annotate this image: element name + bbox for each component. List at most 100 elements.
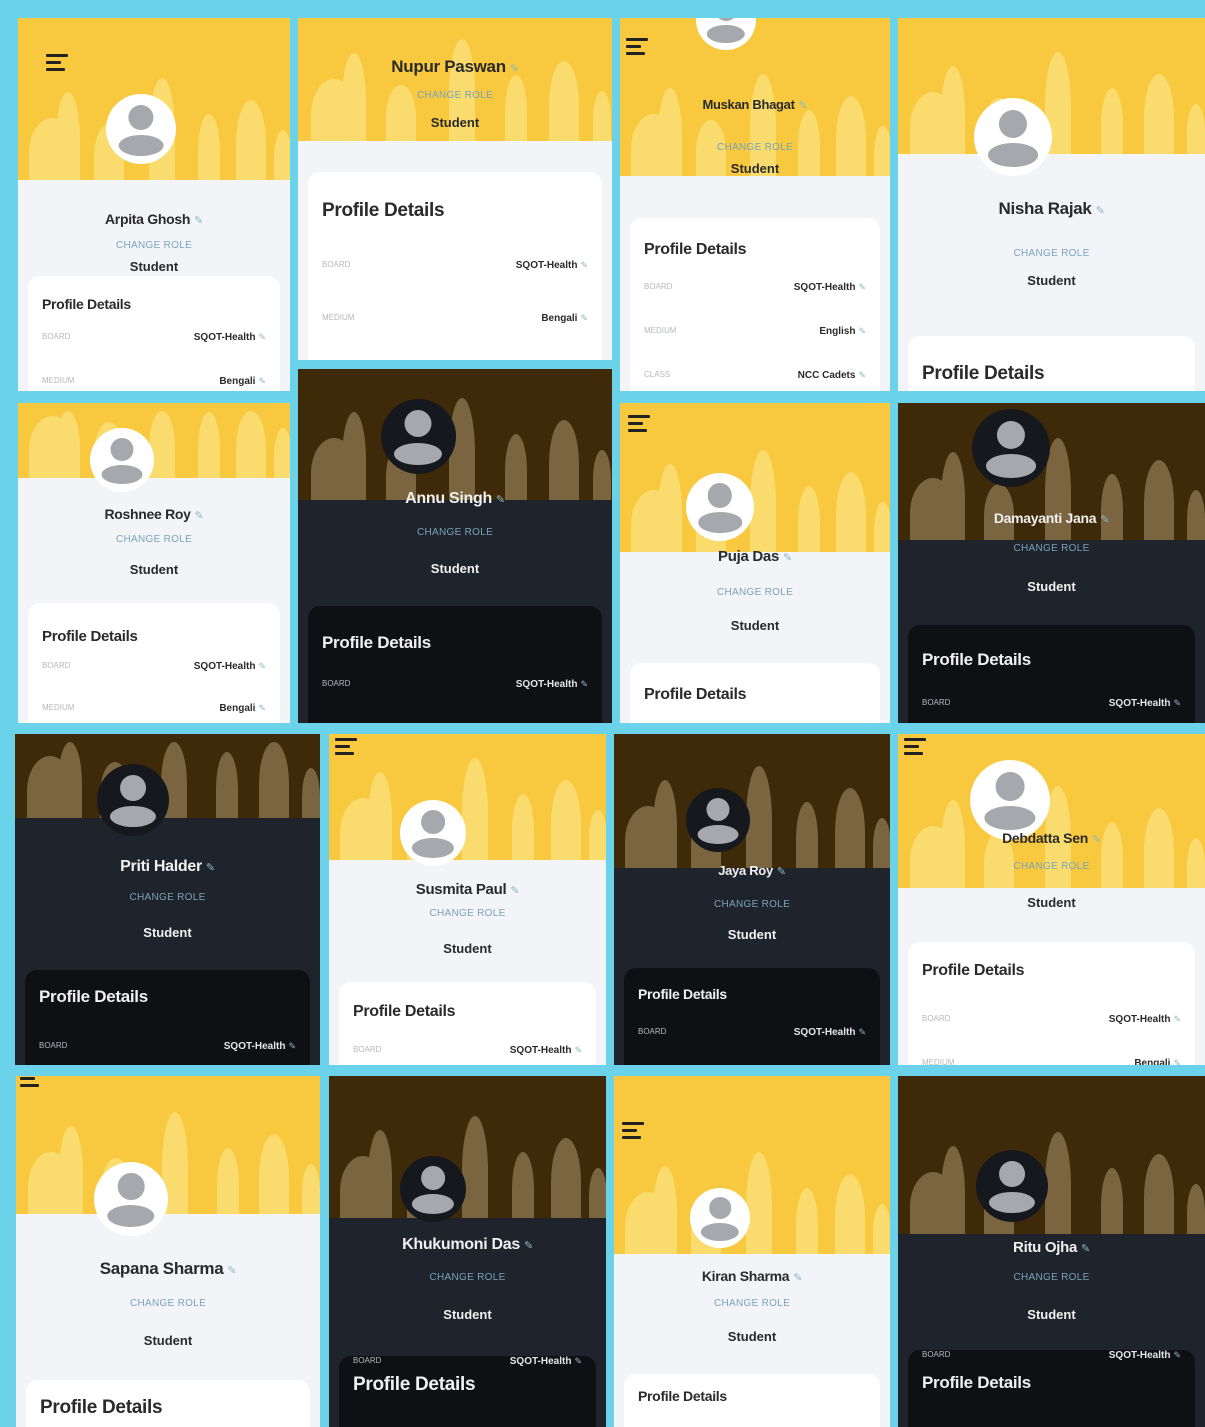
edit-pencil-icon[interactable]: ✎ xyxy=(1100,514,1109,526)
banner-leaf-decoration xyxy=(746,1152,773,1254)
change-role-button[interactable]: CHANGE ROLE xyxy=(614,1298,890,1309)
detail-field-label: MEDIUM xyxy=(42,376,75,385)
edit-pencil-icon[interactable]: ✎ xyxy=(288,1041,296,1051)
role-label: Student xyxy=(1027,273,1076,288)
hamburger-menu-icon[interactable] xyxy=(46,54,68,72)
edit-pencil-icon[interactable]: ✎ xyxy=(258,703,266,713)
profile-details-title: Profile Details xyxy=(922,962,1025,979)
detail-value-text: SQOT-Health xyxy=(1108,1014,1171,1025)
edit-pencil-icon[interactable]: ✎ xyxy=(510,885,519,897)
edit-pencil-icon[interactable]: ✎ xyxy=(1081,1243,1090,1255)
change-role-button[interactable]: CHANGE ROLE xyxy=(329,1272,606,1283)
avatar-head-shape xyxy=(996,420,1026,449)
profile-details-card: Profile Details BOARD SQOT-Health ✎ xyxy=(624,968,880,1065)
edit-pencil-icon[interactable]: ✎ xyxy=(195,510,204,522)
change-role-button[interactable]: CHANGE ROLE xyxy=(298,90,612,101)
banner-leaf-decoration xyxy=(259,1134,290,1214)
banner-leaf-decoration xyxy=(197,114,220,180)
avatar-body-shape xyxy=(986,454,1036,478)
profile-name-text: Muskan Bhagat xyxy=(702,97,795,112)
edit-pencil-icon[interactable]: ✎ xyxy=(1096,205,1105,217)
edit-pencil-icon[interactable]: ✎ xyxy=(858,282,866,292)
hamburger-menu-icon[interactable] xyxy=(628,415,650,433)
edit-pencil-icon[interactable]: ✎ xyxy=(524,1240,533,1252)
banner-leaf-decoration xyxy=(56,92,81,180)
edit-pencil-icon[interactable]: ✎ xyxy=(793,1272,802,1284)
detail-field-value: SQOT-Health ✎ xyxy=(1109,698,1181,709)
edit-pencil-icon[interactable]: ✎ xyxy=(206,862,215,874)
detail-field-value: English ✎ xyxy=(819,326,866,337)
change-role-button[interactable]: CHANGE ROLE xyxy=(298,527,612,538)
avatar-head-shape xyxy=(999,1160,1025,1187)
profile-details-card: Profile Details xyxy=(630,663,880,723)
profile-banner xyxy=(898,1076,1205,1234)
profile-name-text: Priti Halder xyxy=(120,858,202,875)
profile-details-title: Profile Details xyxy=(922,363,1045,384)
banner-leaf-decoration xyxy=(1143,74,1174,154)
change-role-button[interactable]: CHANGE ROLE xyxy=(620,587,890,598)
avatar-icon xyxy=(972,409,1050,487)
detail-value-text: SQOT-Health xyxy=(193,332,256,343)
detail-value-text: Bengali xyxy=(219,376,256,387)
change-role-button[interactable]: CHANGE ROLE xyxy=(614,899,890,910)
change-role-button[interactable]: CHANGE ROLE xyxy=(898,861,1205,872)
edit-pencil-icon[interactable]: ✎ xyxy=(1173,1350,1181,1360)
detail-value-text: Bengali xyxy=(219,703,256,714)
change-role-button[interactable]: CHANGE ROLE xyxy=(898,543,1205,554)
change-role-button[interactable]: CHANGE ROLE xyxy=(16,1298,320,1309)
change-role-button[interactable]: CHANGE ROLE xyxy=(18,240,290,251)
hamburger-menu-icon[interactable] xyxy=(626,38,648,56)
edit-pencil-icon[interactable]: ✎ xyxy=(1173,1058,1181,1065)
edit-pencil-icon[interactable]: ✎ xyxy=(510,63,519,75)
edit-pencil-icon[interactable]: ✎ xyxy=(194,215,203,227)
edit-pencil-icon[interactable]: ✎ xyxy=(858,326,866,336)
edit-pencil-icon[interactable]: ✎ xyxy=(227,1265,236,1277)
profile-name-text: Roshnee Roy xyxy=(104,506,191,522)
change-role-button[interactable]: CHANGE ROLE xyxy=(329,908,606,919)
hamburger-menu-icon[interactable] xyxy=(20,1076,42,1088)
change-role-button[interactable]: CHANGE ROLE xyxy=(898,1272,1205,1283)
change-role-button[interactable]: CHANGE ROLE xyxy=(15,892,320,903)
edit-pencil-icon[interactable]: ✎ xyxy=(783,552,792,564)
profile-name-text: Puja Das xyxy=(718,548,780,565)
avatar-icon xyxy=(686,473,754,541)
edit-pencil-icon[interactable]: ✎ xyxy=(858,1027,866,1037)
profile-details-card: Profile Details xyxy=(908,336,1195,391)
edit-pencil-icon[interactable]: ✎ xyxy=(258,661,266,671)
change-role-button[interactable]: CHANGE ROLE xyxy=(18,534,290,545)
edit-pencil-icon[interactable]: ✎ xyxy=(496,494,505,506)
profile-name: Ritu Ojha ✎ xyxy=(898,1239,1205,1256)
profile-name-text: Arpita Ghosh xyxy=(105,211,191,227)
role-label: Student xyxy=(430,561,480,576)
banner-leaf-decoration xyxy=(235,100,266,180)
hamburger-menu-icon[interactable] xyxy=(622,1122,644,1140)
profile-details-card: Profile Details BOARD SQOT-Health ✎ MEDIUM En… xyxy=(630,218,880,391)
change-role-button[interactable]: CHANGE ROLE xyxy=(620,142,890,153)
edit-pencil-icon[interactable]: ✎ xyxy=(777,866,786,878)
edit-pencil-icon[interactable]: ✎ xyxy=(574,1356,582,1366)
edit-pencil-icon[interactable]: ✎ xyxy=(858,370,866,380)
profile-name-text: Nisha Rajak xyxy=(998,199,1092,218)
avatar-icon xyxy=(690,1188,750,1248)
banner-leaf-decoration xyxy=(367,772,392,860)
edit-pencil-icon[interactable]: ✎ xyxy=(258,376,266,386)
role-label: Student xyxy=(1027,1307,1076,1322)
edit-pencil-icon[interactable]: ✎ xyxy=(580,679,588,689)
edit-pencil-icon[interactable]: ✎ xyxy=(1092,834,1101,846)
hamburger-menu-icon[interactable] xyxy=(335,738,357,756)
change-role-button[interactable]: CHANGE ROLE xyxy=(898,248,1205,259)
edit-pencil-icon[interactable]: ✎ xyxy=(1173,698,1181,708)
banner-leaf-decoration xyxy=(746,766,773,868)
banner-leaf-decoration xyxy=(259,742,289,818)
edit-pencil-icon[interactable]: ✎ xyxy=(580,260,588,270)
profile-details-title: Profile Details xyxy=(644,241,747,258)
edit-pencil-icon[interactable]: ✎ xyxy=(580,313,588,323)
detail-field-value: Bengali ✎ xyxy=(219,376,266,387)
edit-pencil-icon[interactable]: ✎ xyxy=(1173,1014,1181,1024)
edit-pencil-icon[interactable]: ✎ xyxy=(574,1045,582,1055)
detail-row: BOARD SQOT-Health ✎ xyxy=(42,661,266,675)
hamburger-menu-icon[interactable] xyxy=(904,738,926,756)
edit-pencil-icon[interactable]: ✎ xyxy=(799,100,808,112)
edit-pencil-icon[interactable]: ✎ xyxy=(258,332,266,342)
profile-details-card: Profile Details BOARD SQOT-Health ✎ MEDIUM Be… xyxy=(28,603,280,723)
